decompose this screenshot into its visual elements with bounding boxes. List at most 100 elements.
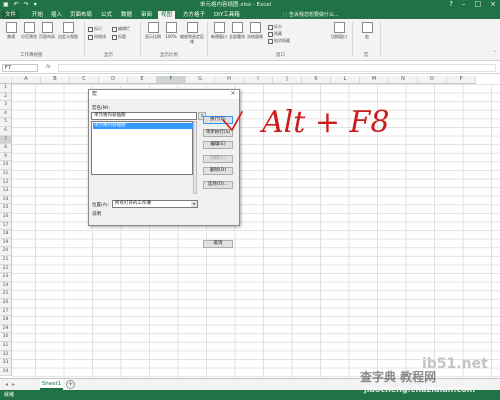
row-header[interactable]: 29	[0, 324, 12, 334]
column-header[interactable]: B	[41, 76, 70, 84]
new-window-button[interactable]: 新建窗口	[210, 22, 228, 39]
tab-insert[interactable]: 插入	[48, 11, 65, 19]
column-header[interactable]: O	[418, 76, 447, 84]
tab-review[interactable]: 审阅	[138, 11, 155, 19]
sheet-tab[interactable]: Sheet1	[40, 379, 63, 390]
create-button[interactable]: 创建(C)	[203, 155, 233, 163]
column-header[interactable]: F	[157, 76, 186, 84]
page-break-button[interactable]: 分页预览	[20, 22, 38, 39]
hide-checkbox[interactable]: 隐藏	[268, 31, 282, 37]
row-header[interactable]: 20	[0, 247, 12, 256]
next-sheet-icon[interactable]: ▸	[12, 381, 19, 388]
row-header[interactable]: 27	[0, 307, 12, 317]
row-header[interactable]: 33	[0, 359, 12, 368]
tab-view[interactable]: 视图	[158, 11, 176, 19]
row-header[interactable]: 3	[0, 101, 12, 110]
row-header[interactable]: 12	[0, 178, 12, 188]
options-button[interactable]: 选项(O)...	[203, 181, 233, 189]
zoom-100-button[interactable]: 100%	[162, 22, 180, 39]
row-header[interactable]: 4	[0, 109, 12, 119]
page-layout-button[interactable]: 页面布局	[38, 22, 56, 39]
tab-data[interactable]: 数据	[118, 11, 135, 19]
headings-checkbox[interactable]: 标题	[112, 34, 126, 40]
custom-views-button[interactable]: 自定义视图	[56, 22, 80, 39]
tab-diy-toolbox[interactable]: DIY工具箱	[211, 11, 243, 19]
minimize-icon[interactable]: –	[462, 0, 466, 9]
name-box[interactable]: F7	[2, 64, 38, 72]
fx-icon[interactable]: fx	[46, 64, 51, 70]
tab-ffcell[interactable]: 方方格子	[180, 11, 208, 19]
row-header[interactable]: 22	[0, 264, 12, 274]
tab-file[interactable]: 文件	[2, 11, 20, 19]
maximize-icon[interactable]: □	[475, 0, 482, 9]
row-header[interactable]: 14	[0, 195, 12, 205]
zoom-selection-button[interactable]: 缩放到选定区域	[180, 22, 204, 44]
row-header[interactable]: 13	[0, 187, 12, 196]
row-header[interactable]: 17	[0, 221, 12, 231]
macro-list[interactable]: 单元格内容插图	[91, 121, 193, 175]
cancel-button[interactable]: 取消	[203, 240, 233, 248]
macro-name-input[interactable]: 单元格内容插图	[91, 112, 197, 120]
undo-icon[interactable]: ↶	[14, 1, 19, 9]
column-header[interactable]: A	[12, 76, 41, 84]
macros-button[interactable]: 宏	[358, 22, 376, 39]
row-header[interactable]: 16	[0, 213, 12, 222]
column-header[interactable]: J	[273, 76, 302, 84]
collapse-ribbon-icon[interactable]: ˄	[494, 51, 497, 57]
column-header[interactable]: G	[186, 76, 215, 84]
unhide-checkbox[interactable]: 取消隐藏	[268, 38, 290, 44]
row-header[interactable]: 5	[0, 118, 12, 127]
column-header[interactable]: N	[389, 76, 418, 84]
row-header[interactable]: 34	[0, 367, 12, 377]
column-header[interactable]: L	[331, 76, 360, 84]
split-checkbox[interactable]: 拆分	[268, 24, 282, 30]
add-sheet-icon[interactable]: +	[66, 380, 75, 389]
row-header[interactable]: 7	[0, 135, 12, 145]
row-header[interactable]: 21	[0, 256, 12, 265]
row-header[interactable]: 18	[0, 230, 12, 239]
row-header[interactable]: 19	[0, 238, 12, 248]
column-header[interactable]: C	[70, 76, 99, 84]
macro-list-item[interactable]: 单元格内容插图	[93, 123, 193, 129]
customize-icon[interactable]: ▾	[34, 1, 37, 9]
redo-icon[interactable]: ↷	[24, 1, 29, 9]
macro-list-scrollbar[interactable]	[193, 121, 197, 194]
row-header[interactable]: 25	[0, 290, 12, 299]
column-header[interactable]: P	[447, 76, 476, 84]
column-header[interactable]: K	[302, 76, 331, 84]
column-header[interactable]: M	[360, 76, 389, 84]
help-icon[interactable]: ?	[449, 0, 453, 9]
column-header[interactable]: E	[128, 76, 157, 84]
macros-in-select[interactable]: 所有打开的工作簿 ▾	[112, 200, 198, 208]
row-header[interactable]: 15	[0, 204, 12, 213]
row-header[interactable]: 26	[0, 299, 12, 308]
row-header[interactable]: 6	[0, 127, 12, 136]
row-header[interactable]: 1	[0, 84, 12, 93]
freeze-panes-button[interactable]: 冻结窗格	[246, 22, 264, 39]
row-header[interactable]: 9	[0, 152, 12, 162]
row-header[interactable]: 28	[0, 316, 12, 325]
column-header[interactable]: H	[215, 76, 244, 84]
normal-view-button[interactable]: 普通	[2, 22, 20, 39]
row-header[interactable]: 11	[0, 170, 12, 179]
tell-me-box[interactable]: ◌ 告诉我您想要做什么...	[283, 11, 339, 19]
row-header[interactable]: 23	[0, 273, 12, 282]
column-header[interactable]: D	[99, 76, 128, 84]
switch-windows-button[interactable]: 切换窗口	[330, 22, 348, 39]
tab-page-layout[interactable]: 页面布局	[67, 11, 95, 19]
zoom-button[interactable]: 显示比例	[144, 22, 162, 39]
close-icon[interactable]: ×	[490, 0, 496, 9]
delete-button[interactable]: 删除(D)	[203, 167, 233, 175]
column-header[interactable]: I	[244, 76, 273, 84]
formula-input[interactable]	[58, 64, 496, 72]
select-all-corner[interactable]	[0, 76, 12, 84]
tab-home[interactable]: 开始	[29, 11, 46, 19]
prev-sheet-icon[interactable]: ◂	[5, 381, 12, 388]
save-icon[interactable]: ▣	[3, 1, 9, 9]
tab-formulas[interactable]: 公式	[98, 11, 115, 19]
formula-bar-checkbox[interactable]: 编辑栏	[112, 26, 130, 32]
row-header[interactable]: 10	[0, 161, 12, 170]
gridlines-checkbox[interactable]: 网格线	[88, 34, 106, 40]
row-header[interactable]: 31	[0, 342, 12, 351]
arrange-all-button[interactable]: 全部重排	[228, 22, 246, 39]
